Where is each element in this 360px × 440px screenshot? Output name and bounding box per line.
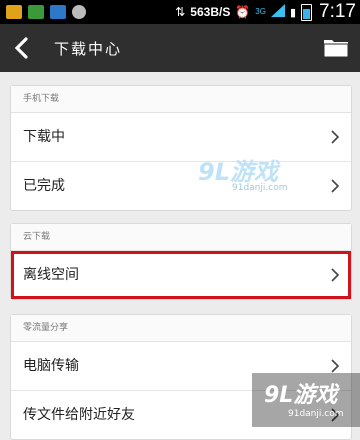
- network-type: 3G: [255, 7, 266, 16]
- signal-icon: [270, 4, 285, 20]
- battery-icon: [301, 3, 313, 21]
- folder-icon: [323, 40, 349, 58]
- data-transfer-icon: ⇅: [175, 5, 186, 19]
- network-speed: 563B/S: [190, 5, 231, 19]
- chevron-right-icon: [331, 179, 339, 193]
- page-title: 下载中心: [54, 39, 123, 58]
- sim-icon: ▮: [289, 6, 297, 19]
- section-header: 手机下载: [11, 86, 351, 113]
- folder-button[interactable]: [322, 34, 350, 62]
- chevron-right-icon: [331, 130, 339, 144]
- row-offline-space[interactable]: 离线空间: [11, 251, 351, 299]
- row-label: 离线空间: [23, 267, 79, 283]
- app-notification-icon: [6, 5, 22, 19]
- chevron-right-icon: [331, 359, 339, 373]
- status-bar: ⇅ 563B/S ⏰ 3G ▮ 7:17: [0, 0, 360, 24]
- watermark-center: 9L游戏 91danji.com: [198, 152, 287, 193]
- media-icon: [72, 5, 86, 19]
- back-button[interactable]: [0, 24, 42, 72]
- section-header: 零流量分享: [11, 315, 351, 342]
- row-label: 下载中: [23, 129, 65, 145]
- row-completed[interactable]: 已完成: [11, 162, 351, 210]
- watermark-brand: 9L游戏: [264, 383, 338, 408]
- watermark-site: 91danji.com: [232, 183, 288, 193]
- clock: 7:17: [319, 1, 356, 22]
- section-phone-download: 手机下载 下载中 已完成: [10, 85, 352, 211]
- watermark-site: 91danji.com: [288, 409, 344, 419]
- row-label: 传文件给附近好友: [23, 407, 135, 423]
- watermark-corner: 9L游戏 91danji.com: [252, 373, 360, 427]
- watermark-brand: 9L游戏: [198, 158, 278, 186]
- back-arrow-icon: [14, 37, 28, 59]
- section-header: 云下载: [11, 224, 351, 251]
- alarm-icon: ⏰: [235, 5, 251, 19]
- chevron-right-icon: [331, 268, 339, 282]
- bird-app-icon: [50, 5, 66, 19]
- section-cloud-download: 云下载 离线空间: [10, 223, 352, 300]
- row-label: 电脑传输: [23, 358, 79, 374]
- battery-app-icon: [28, 5, 44, 19]
- row-label: 已完成: [23, 178, 65, 194]
- row-downloading[interactable]: 下载中: [11, 113, 351, 162]
- title-bar: 下载中心: [0, 24, 360, 72]
